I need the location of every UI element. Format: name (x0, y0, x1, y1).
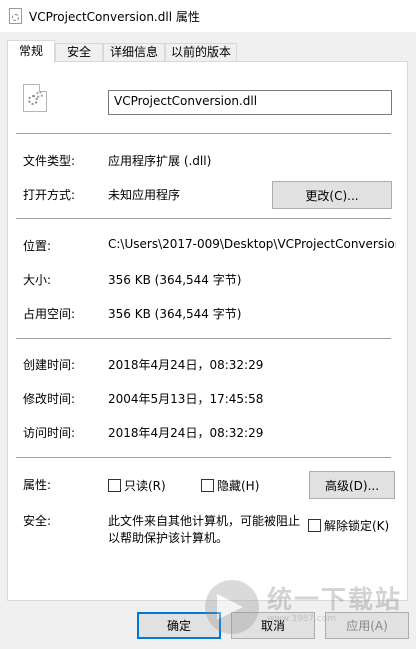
security-text-line1: 此文件来自其他计算机，可能被阻止 (108, 514, 301, 528)
size-on-disk-label: 占用空间: (23, 307, 76, 321)
readonly-checkbox[interactable] (108, 479, 121, 492)
location-value: C:\Users\2017-009\Desktop\VCProjectConve… (108, 237, 396, 251)
readonly-label[interactable]: 只读(R) (124, 477, 166, 494)
window-title: VCProjectConversion.dll 属性 (29, 10, 200, 24)
divider (16, 457, 391, 458)
tab-details[interactable]: 详细信息 (103, 43, 165, 62)
dll-file-icon (23, 84, 47, 112)
advanced-button[interactable]: 高级(D)... (309, 471, 395, 499)
file-type-value: 应用程序扩展 (.dll) (108, 154, 212, 168)
tab-previous-versions[interactable]: 以前的版本 (165, 43, 237, 62)
apply-button[interactable]: 应用(A) (325, 612, 409, 639)
file-name-input[interactable]: VCProjectConversion.dll (108, 90, 392, 115)
change-button[interactable]: 更改(C)... (272, 181, 392, 209)
modified-value: 2004年5月13日，17:45:58 (108, 392, 264, 406)
security-text-line2: 以帮助保护该计算机。 (108, 531, 229, 545)
unblock-checkbox[interactable] (308, 519, 321, 532)
cancel-button[interactable]: 取消 (231, 612, 315, 639)
tab-security[interactable]: 安全 (55, 43, 103, 62)
attributes-label: 属性: (23, 478, 52, 492)
file-type-label: 文件类型: (23, 154, 76, 168)
opens-with-value: 未知应用程序 (108, 188, 181, 202)
file-icon (9, 8, 22, 24)
created-value: 2018年4月24日，08:32:29 (108, 358, 264, 372)
hidden-label[interactable]: 隐藏(H) (217, 477, 259, 494)
opens-with-label: 打开方式: (23, 188, 76, 202)
hidden-checkbox[interactable] (201, 479, 214, 492)
size-value: 356 KB (364,544 字节) (108, 273, 242, 287)
divider (16, 218, 391, 219)
divider (16, 338, 391, 339)
title-bar[interactable]: VCProjectConversion.dll 属性 (0, 0, 416, 32)
accessed-value: 2018年4月24日，08:32:29 (108, 426, 264, 440)
security-label: 安全: (23, 514, 52, 528)
size-label: 大小: (23, 273, 52, 287)
accessed-label: 访问时间: (23, 426, 76, 440)
created-label: 创建时间: (23, 358, 76, 372)
modified-label: 修改时间: (23, 392, 76, 406)
unblock-label[interactable]: 解除锁定(K) (324, 517, 389, 534)
ok-button[interactable]: 确定 (137, 612, 221, 639)
size-on-disk-value: 356 KB (364,544 字节) (108, 307, 242, 321)
divider (16, 133, 391, 134)
location-label: 位置: (23, 239, 52, 253)
tab-general[interactable]: 常规 (7, 40, 55, 63)
